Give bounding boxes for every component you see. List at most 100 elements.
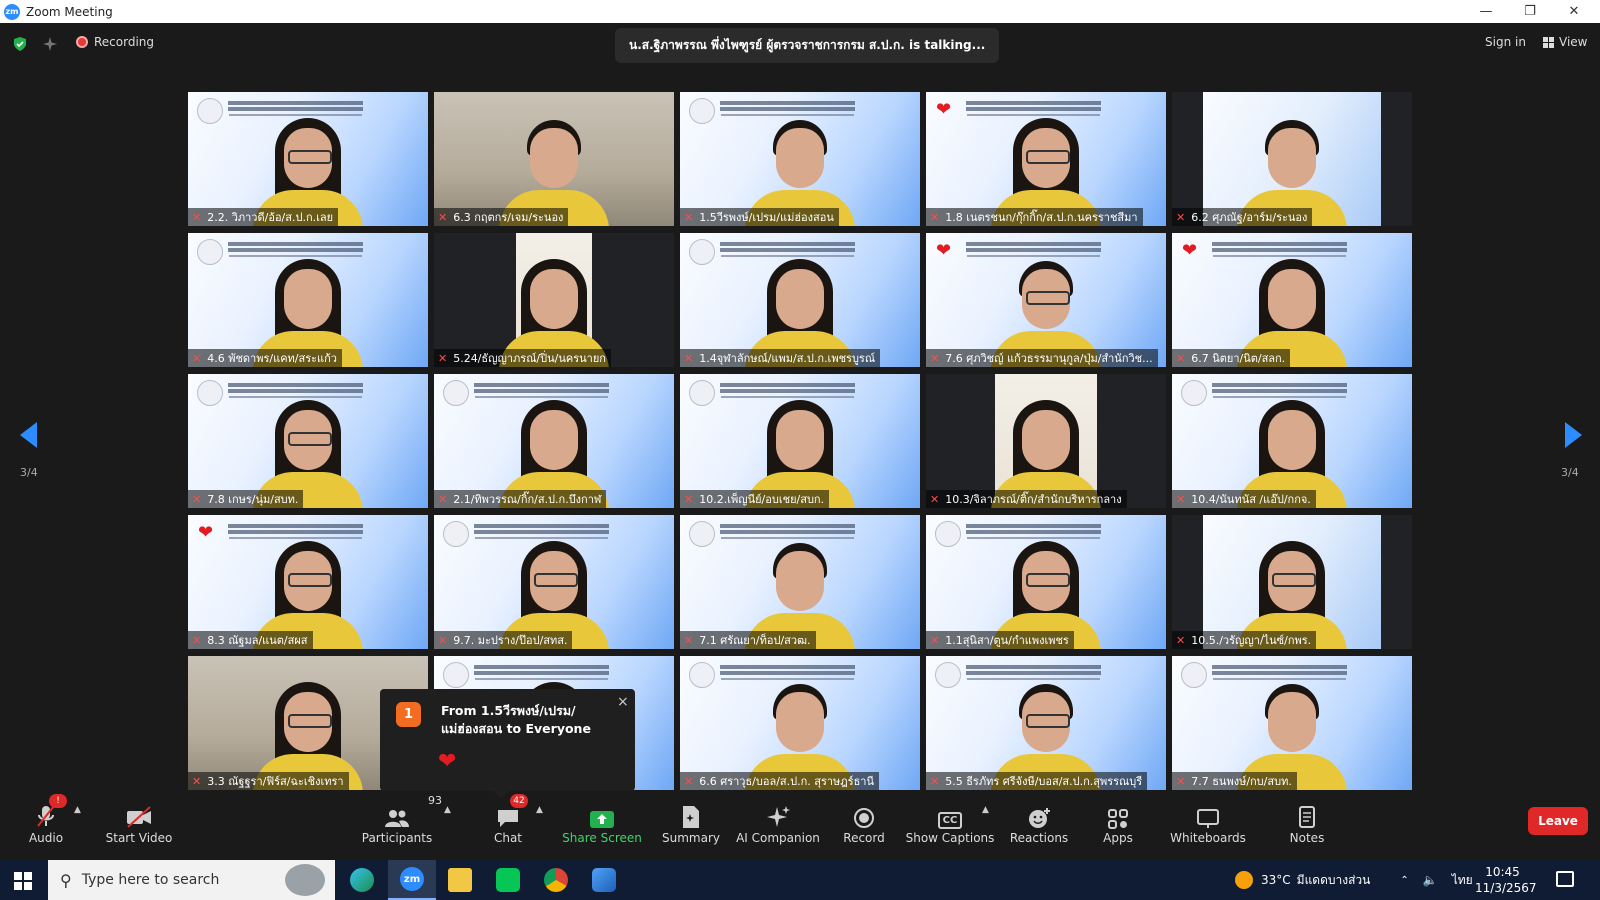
participant-tile[interactable]: ✕ 10.3/จิลาภรณ์/ติ๊ก/สำนักบริหารกลาง	[926, 374, 1166, 508]
participant-name: 10.3/จิลาภรณ์/ติ๊ก/สำนักบริหารกลาง	[945, 493, 1122, 506]
participant-tile[interactable]: ✕ 10.2.เพ็ญนีย์/อบเชย/สบก.	[680, 374, 920, 508]
participant-name-label: ✕ 5.24/ธัญญาภรณ์/ปิ่น/นครนายก	[434, 349, 611, 367]
mic-muted-icon: ✕	[930, 774, 940, 788]
participant-tile[interactable]: ❤ ✕ 8.3 ณัฐมล/แนต/สผส	[188, 515, 428, 649]
record-button[interactable]: Record	[840, 797, 888, 860]
mic-muted-icon: ✕	[192, 492, 202, 506]
participant-tile[interactable]: ❤ ✕ 6.7 นิตยา/นิต/สลก.	[1172, 233, 1412, 367]
apps-button[interactable]: Apps	[1098, 797, 1138, 860]
participant-tile[interactable]: ✕ 6.2 ศุภณัฐ/อาร์ม/ระนอง	[1172, 92, 1412, 226]
taskbar-zoom[interactable]: zm	[388, 860, 436, 900]
chat-unread-badge: 42	[510, 794, 528, 808]
participant-tile[interactable]: ✕ 4.6 พัชดาพร/แคท/สระแก้ว	[188, 233, 428, 367]
participant-name: 2.1/ทิพวรรณ/กิ๊ก/ส.ป.ก.บึงกาฬ	[453, 493, 602, 506]
previous-page-arrow-icon[interactable]	[20, 422, 37, 448]
chat-options-caret-icon[interactable]: ▲	[536, 805, 543, 815]
taskbar-clock[interactable]: 10:45 11/3/2567	[1475, 864, 1537, 896]
weather-sun-icon[interactable]	[1235, 871, 1253, 889]
participant-tile[interactable]: ✕ 1.4จุฬาลักษณ์/แพม/ส.ป.ก.เพชรบูรณ์	[680, 233, 920, 367]
participant-name: 1.4จุฬาลักษณ์/แพม/ส.ป.ก.เพชรบูรณ์	[699, 352, 876, 365]
microphone-muted-icon: !	[35, 794, 67, 829]
participant-tile[interactable]: ✕ 6.6 ศราวุธ/บอล/ส.ป.ก. สุราษฎร์ธานี	[680, 656, 920, 790]
view-button[interactable]: View	[1543, 35, 1587, 49]
banner-text	[228, 524, 363, 528]
participant-name-label: ✕ 1.1สุนิสา/ตูน/กำแพงเพชร	[926, 631, 1074, 649]
participant-tile[interactable]: ✕ 7.1 ศรัณยา/ท็อป/สวฒ.	[680, 515, 920, 649]
sign-in-link[interactable]: Sign in	[1485, 35, 1526, 49]
participant-tile[interactable]: ✕ 10.4/นันทนัส /แอ๊ป/กกจ.	[1172, 374, 1412, 508]
captions-options-caret-icon[interactable]: ▲	[982, 805, 989, 815]
heart-reaction-icon: ❤	[936, 99, 952, 120]
windows-start-icon[interactable]	[14, 872, 32, 890]
taskbar-search-box[interactable]: ⚲ Type here to search	[48, 860, 335, 900]
participant-tile[interactable]: ✕ 7.8 เกษร/นุ่ม/สบท.	[188, 374, 428, 508]
participants-options-caret-icon[interactable]: ▲	[444, 805, 451, 815]
participant-name-label: ✕ 10.2.เพ็ญนีย์/อบเชย/สบก.	[680, 490, 830, 508]
participant-tile[interactable]: ✕ 5.5 ธีรภัทร ศรีจังษี/บอส/ส.ป.ก.สุพรรณบุ…	[926, 656, 1166, 790]
speaker-muted-icon[interactable]: 🔈	[1423, 873, 1438, 887]
weather-description[interactable]: มีแดดบางส่วน	[1297, 871, 1371, 890]
keyboard-language[interactable]: ไทย	[1452, 871, 1473, 890]
weather-temperature[interactable]: 33°C	[1261, 873, 1291, 887]
mic-muted-icon: ✕	[684, 774, 694, 788]
share-screen-button[interactable]: Share Screen	[562, 797, 642, 860]
participants-button[interactable]: 93 Participants	[362, 794, 442, 860]
start-video-button[interactable]: Start Video	[104, 797, 174, 860]
taskbar-line[interactable]	[484, 860, 532, 900]
participant-tile[interactable]: ✕ 1.5วีรพงษ์/เปรม/แม่ฮ่องสอน	[680, 92, 920, 226]
participant-name-label: ✕ 6.2 ศุภณัฐ/อาร์ม/ระนอง	[1172, 208, 1313, 226]
participant-name: 7.7 ธนพงษ์/กบ/สบท.	[1191, 775, 1292, 788]
audio-options-caret-icon[interactable]: ▲	[74, 805, 81, 815]
organization-seal-icon	[689, 521, 715, 547]
participant-name-label: ✕ 7.6 ศุภวิชญ์ แก้วธรรมานุกูล/ปุ่ม/สำนักว…	[926, 349, 1158, 367]
participant-name-label: ✕ 1.4จุฬาลักษณ์/แพม/ส.ป.ก.เพชรบูรณ์	[680, 349, 881, 367]
sparkle-icon[interactable]	[42, 36, 58, 52]
ai-companion-button[interactable]: AI Companion	[736, 797, 820, 860]
chat-notification-popup[interactable]: 1 From 1.5วีรพงษ์/เปรม/แม่ฮ่องสอน to Eve…	[380, 689, 635, 799]
leave-button[interactable]: Leave	[1528, 807, 1588, 835]
banner-text	[720, 383, 855, 387]
participant-tile[interactable]: ✕ 7.7 ธนพงษ์/กบ/สบท.	[1172, 656, 1412, 790]
mic-muted-icon: ✕	[684, 210, 694, 224]
next-page-arrow-icon[interactable]	[1565, 422, 1582, 448]
chat-preview-message: From 1.5วีรพงษ์/เปรม/แม่ฮ่องสอน to Every…	[441, 703, 591, 736]
participant-tile[interactable]: ✕ 10.5./วรัญญา/ไนซ์/กพร.	[1172, 515, 1412, 649]
edge-browser-icon	[350, 868, 374, 892]
summary-document-icon	[681, 797, 701, 829]
notification-center-icon[interactable]	[1556, 871, 1574, 887]
banner-text	[228, 383, 363, 387]
participant-name-label: ✕ 4.6 พัชดาพร/แคท/สระแก้ว	[188, 349, 342, 367]
notes-icon	[1297, 797, 1317, 829]
participant-name-label: ✕ 1.8 เนตรชนก/กุ๊กกิ๊ก/ส.ป.ก.นครราชสีมา	[926, 208, 1143, 226]
taskbar-chrome[interactable]	[532, 860, 580, 900]
taskbar-edge[interactable]	[338, 860, 386, 900]
taskbar-file-explorer[interactable]	[436, 860, 484, 900]
participant-tile[interactable]: ✕ 1.1สุนิสา/ตูน/กำแพงเพชร	[926, 515, 1166, 649]
audio-button[interactable]: ! Audio	[28, 794, 67, 860]
participant-tile[interactable]: ✕ 5.24/ธัญญาภรณ์/ปิ่น/นครนายก	[434, 233, 674, 367]
restore-button[interactable]: ❐	[1508, 0, 1552, 23]
whiteboards-button[interactable]: Whiteboards	[1170, 797, 1246, 860]
participant-tile[interactable]: ✕ 9.7. มะปราง/ป๊อป/สทส.	[434, 515, 674, 649]
show-captions-button[interactable]: CC Show Captions	[906, 797, 994, 860]
participant-tile[interactable]: ✕ 2.1/ทิพวรรณ/กิ๊ก/ส.ป.ก.บึงกาฬ	[434, 374, 674, 508]
reactions-button[interactable]: Reactions	[1010, 797, 1068, 860]
minimize-button[interactable]: —	[1464, 0, 1508, 23]
participant-tile[interactable]: ❤ ✕ 1.8 เนตรชนก/กุ๊กกิ๊ก/ส.ป.ก.นครราชสีมา	[926, 92, 1166, 226]
security-shield-icon[interactable]	[12, 36, 28, 52]
close-window-button[interactable]: ✕	[1552, 0, 1596, 23]
summary-button[interactable]: Summary	[662, 797, 720, 860]
tray-chevron-up-icon[interactable]: ⌃	[1400, 875, 1408, 886]
apps-label: Apps	[1103, 831, 1133, 845]
close-popup-icon[interactable]: ×	[617, 694, 629, 710]
participant-tile[interactable]: ✕ 6.3 กฤตกร/เจม/ระนอง	[434, 92, 674, 226]
participant-tile[interactable]: ❤ ✕ 7.6 ศุภวิชญ์ แก้วธรรมานุกูล/ปุ่ม/สำนัก…	[926, 233, 1166, 367]
banner-text	[720, 524, 855, 528]
notes-button[interactable]: Notes	[1288, 797, 1326, 860]
banner-text	[474, 665, 609, 669]
participant-tile[interactable]: ✕ 2.2. วิภาวดี/อ้อ/ส.ป.ก.เลย	[188, 92, 428, 226]
recording-indicator[interactable]: Recording	[76, 35, 154, 49]
taskbar-photos[interactable]	[580, 860, 628, 900]
chat-button[interactable]: 42 Chat	[488, 794, 528, 860]
windows-taskbar: ⚲ Type here to search zm 33°C มีแดดบางส่…	[0, 860, 1600, 900]
